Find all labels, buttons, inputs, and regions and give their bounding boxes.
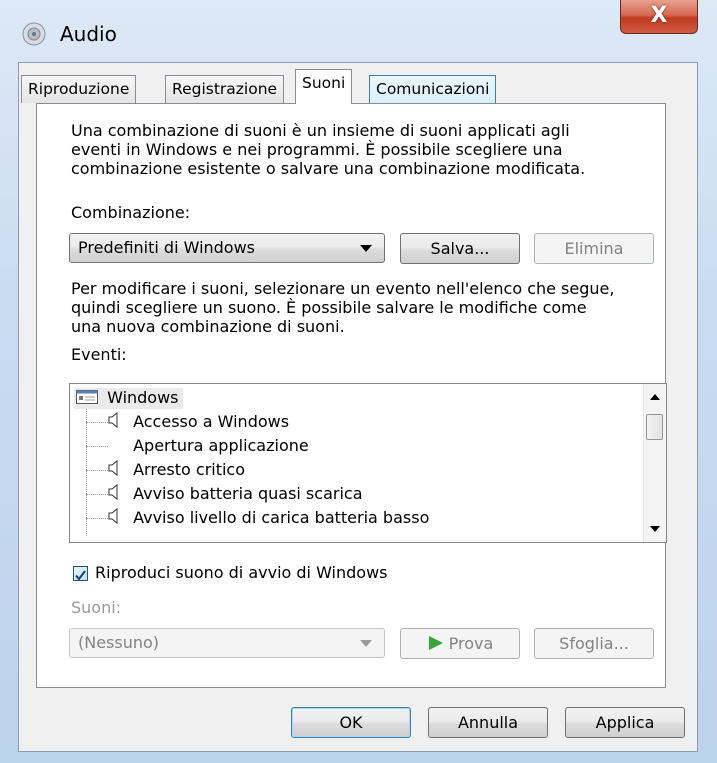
speaker-icon (108, 459, 128, 481)
startup-sound-checkbox[interactable] (73, 566, 88, 581)
checkmark-icon (75, 570, 86, 581)
event-label: Arresto critico (133, 460, 246, 479)
dropdown-arrow-icon (360, 245, 372, 252)
browse-button[interactable]: Sfoglia... (534, 628, 654, 659)
edit-text-3: una nuova combinazione di suoni. (71, 317, 345, 336)
events-label: Eventi: (71, 345, 127, 364)
speaker-icon (108, 483, 128, 505)
intro-text-1: Una combinazione di suoni è un insieme d… (71, 121, 570, 140)
edit-text-2: quindi scegliere un suono. È possibile s… (71, 298, 587, 317)
apply-button[interactable]: Applica (565, 707, 685, 738)
tab-comunicazioni[interactable]: Comunicazioni (369, 75, 497, 103)
tree-root-windows[interactable]: Windows (74, 388, 183, 409)
test-button[interactable]: Prova (400, 628, 520, 659)
title-bar: Audio X (0, 0, 717, 60)
play-icon (428, 636, 443, 650)
scroll-thumb[interactable] (646, 414, 663, 440)
speaker-icon (108, 411, 128, 433)
event-label: Accesso a Windows (133, 412, 290, 431)
ok-button[interactable]: OK (291, 707, 411, 738)
startup-sound-label[interactable]: Riproduci suono di avvio di Windows (95, 563, 388, 582)
scheme-label: Combinazione: (71, 203, 191, 222)
dropdown-arrow-icon (360, 640, 372, 647)
event-label: Apertura applicazione (133, 436, 309, 455)
sound-select-value: (Nessuno) (78, 633, 160, 652)
audio-dialog: Audio X Riproduzione Registrazione Suoni… (0, 0, 717, 763)
tab-riproduzione[interactable]: Riproduzione (21, 75, 137, 103)
event-item[interactable]: Apertura applicazione (108, 436, 309, 456)
sounds-label: Suoni: (71, 598, 122, 617)
event-item[interactable]: Accesso a Windows (108, 411, 290, 433)
scheme-select-value: Predefiniti di Windows (78, 238, 256, 257)
test-label: Prova (448, 634, 494, 653)
tree-root-label: Windows (107, 388, 179, 407)
scroll-up-icon[interactable] (650, 394, 660, 400)
event-label: Avviso livello di carica batteria basso (133, 508, 430, 527)
sound-select[interactable]: (Nessuno) (69, 628, 385, 658)
delete-button[interactable]: Elimina (534, 233, 654, 264)
intro-text-3: combinazione esistente o salvare una com… (71, 159, 586, 178)
event-item[interactable]: Avviso livello di carica batteria basso (108, 507, 430, 529)
events-tree[interactable]: Windows Accesso a Windows Apertura appli… (69, 383, 667, 543)
speaker-icon (108, 507, 128, 529)
event-label: Avviso batteria quasi scarica (133, 484, 363, 503)
save-button[interactable]: Salva... (400, 233, 520, 264)
scheme-select[interactable]: Predefiniti di Windows (69, 233, 385, 263)
tab-suoni[interactable]: Suoni (295, 69, 353, 104)
cancel-button[interactable]: Annulla (428, 707, 548, 738)
speaker-icon (20, 20, 48, 48)
edit-text-1: Per modificare i suoni, selezionare un e… (71, 279, 615, 298)
scroll-down-icon[interactable] (650, 526, 660, 532)
close-button[interactable]: X (620, 0, 698, 34)
tab-registrazione[interactable]: Registrazione (165, 75, 285, 103)
window-app-icon (76, 389, 98, 409)
dialog-client: Riproduzione Registrazione Suoni Comunic… (18, 62, 698, 752)
event-item[interactable]: Avviso batteria quasi scarica (108, 483, 363, 505)
events-scrollbar[interactable] (643, 384, 666, 542)
window-title: Audio (60, 22, 117, 46)
event-item[interactable]: Arresto critico (108, 459, 246, 481)
intro-text-2: eventi in Windows e nei programmi. È pos… (71, 140, 563, 159)
close-icon: X (650, 3, 668, 28)
